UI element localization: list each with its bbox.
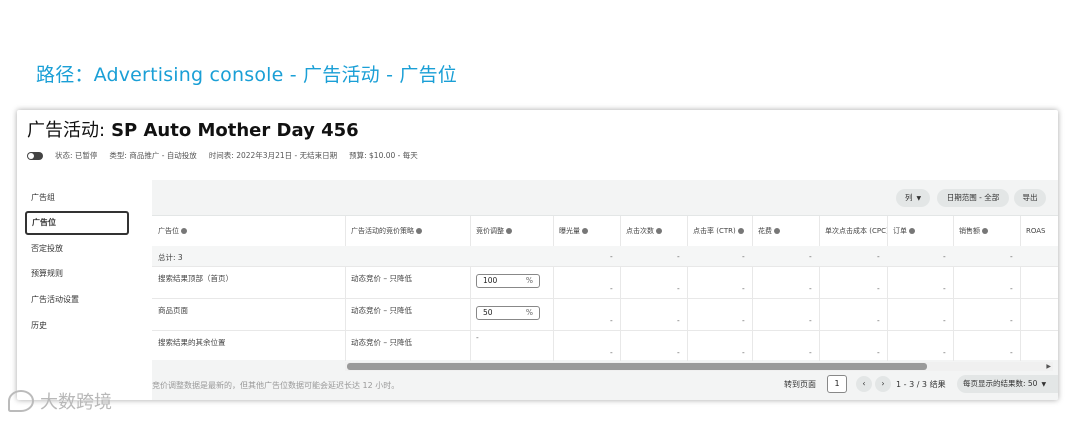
info-icon [582,228,588,234]
export-button[interactable]: 导出 [1014,189,1046,207]
total-label: 总计: 3 [158,253,183,262]
col-header-roas[interactable]: ROAS [1020,216,1058,246]
col-header-bid-adjust[interactable]: 竞价调整 [470,216,553,246]
sidebar-item-budget-rules[interactable]: 预算规则 [25,262,129,286]
type-text: 类型: 商品推广 - 自动投放 [109,151,197,160]
col-header-spend[interactable]: 花费 [752,216,819,246]
horizontal-scrollbar[interactable]: ▶ [345,362,1053,371]
placement-name: 商品页面 [158,306,188,315]
main-content: 列 ▼ 日期范围 - 全部 导出 广告位 广告活动的竞价策略 竞价调整 曝光量 点… [152,180,1058,400]
placement-name: 搜索结果的其余位置 [158,338,226,347]
col-header-sales[interactable]: 销售额 [953,216,1020,246]
scroll-right-icon[interactable]: ▶ [1046,363,1051,370]
campaign-name: SP Auto Mother Day 456 [111,120,359,141]
page-number-input[interactable]: 1 [827,375,847,393]
result-range: 1 - 3 / 3 结果 [896,380,946,389]
goto-page-label: 转到页面 [784,380,816,389]
prev-page-icon[interactable]: ‹ [856,376,872,392]
data-delay-note: 竞价调整数据是最新的，但其他广告位数据可能会延迟长达 12 小时。 [152,381,400,390]
col-header-impressions[interactable]: 曝光量 [553,216,620,246]
sidebar: 广告组 广告位 否定投放 预算规则 广告活动设置 历史 [17,180,147,400]
watermark: 大数跨境 [8,388,112,414]
sidebar-item-placements[interactable]: 广告位 [25,211,129,235]
col-header-cpc[interactable]: 单次点击成本 (CPC) [819,216,887,246]
columns-label: 列 [904,193,913,202]
per-page-select[interactable]: 每页显示的结果数: 50 ▼ [957,375,1058,393]
placement-name: 搜索结果顶部（首页） [158,274,233,283]
col-header-clicks[interactable]: 点击次数 [620,216,687,246]
bid-adjust-value: - [476,333,479,342]
info-icon [181,228,187,234]
campaign-panel: 广告活动: SP Auto Mother Day 456 状态: 已暂停 类型: … [17,110,1058,400]
bid-adjust-input[interactable]: 50% [476,306,540,320]
watermark-logo-icon [8,390,34,412]
campaign-meta: 状态: 已暂停 类型: 商品推广 - 自动投放 时间表: 2022年3月21日 … [27,150,430,161]
info-icon [416,228,422,234]
info-icon [982,228,988,234]
sidebar-item-ad-groups[interactable]: 广告组 [25,186,129,210]
scrollbar-thumb[interactable] [347,363,927,370]
bid-adjust-input[interactable]: 100% [476,274,540,288]
bid-strategy[interactable]: 动态竞价 – 只降低 [351,305,412,316]
bid-strategy[interactable]: 动态竞价 – 只降低 [351,273,412,284]
col-header-placement[interactable]: 广告位 [152,216,345,246]
status-toggle[interactable] [27,151,43,160]
col-header-ctr[interactable]: 点击率 (CTR) [687,216,752,246]
columns-button[interactable]: 列 ▼ [896,189,930,207]
info-icon [774,228,780,234]
total-row: 总计: 3 - - - - - - - [152,246,1058,266]
bid-strategy[interactable]: 动态竞价 – 只降低 [351,337,412,348]
date-range-button[interactable]: 日期范围 - 全部 [937,189,1009,207]
chevron-down-icon: ▼ [916,195,922,202]
status-text: 状态: 已暂停 [55,151,98,160]
info-icon [909,228,915,234]
path-title: 路径：Advertising console - 广告活动 - 广告位 [36,64,457,86]
info-icon [506,228,512,234]
sidebar-item-campaign-settings[interactable]: 广告活动设置 [25,288,129,312]
col-header-orders[interactable]: 订单 [887,216,953,246]
next-page-icon[interactable]: › [875,376,891,392]
chevron-down-icon: ▼ [1041,381,1047,388]
info-icon [656,228,662,234]
schedule-text: 时间表: 2022年3月21日 - 无结束日期 [208,151,338,160]
placements-table: 广告位 广告活动的竞价策略 竞价调整 曝光量 点击次数 点击率 (CTR) 花费… [152,215,1058,361]
campaign-title-prefix: 广告活动: [27,120,106,141]
sidebar-item-history[interactable]: 历史 [25,314,129,338]
col-header-strategy[interactable]: 广告活动的竞价策略 [345,216,470,246]
budget-text: 预算: $10.00 - 每天 [349,151,418,160]
sidebar-item-negative-targeting[interactable]: 否定投放 [25,237,129,261]
info-icon [737,228,744,234]
campaign-title: 广告活动: SP Auto Mother Day 456 [27,116,359,142]
